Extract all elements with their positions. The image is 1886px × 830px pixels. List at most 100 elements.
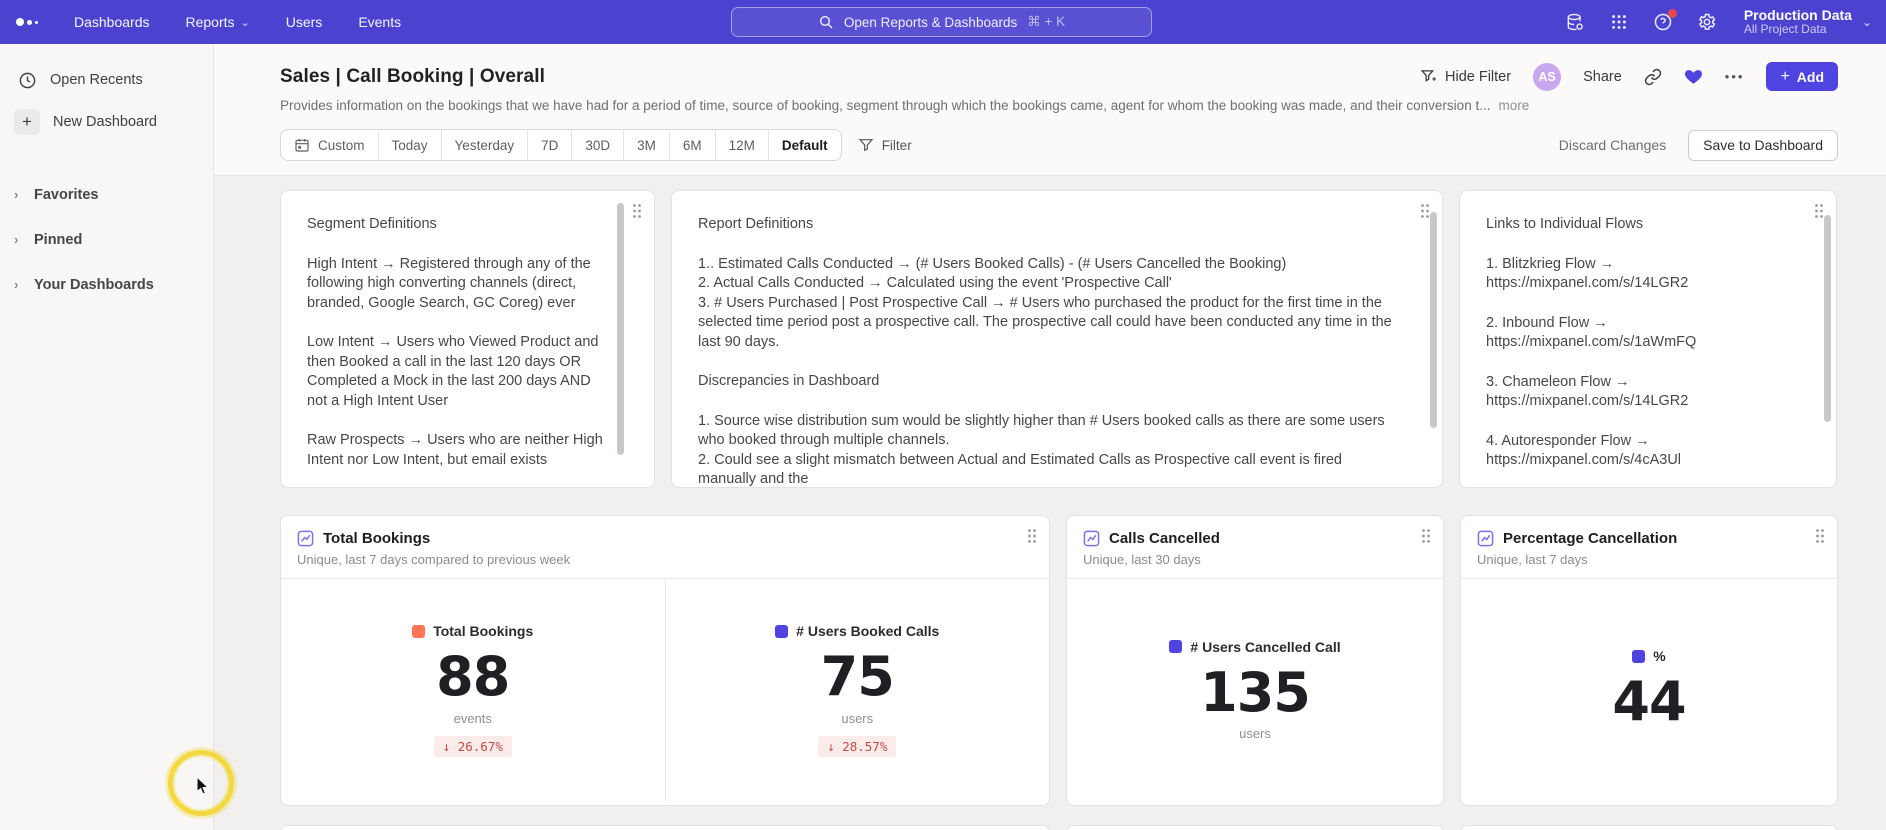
- card-line: 2. Could see a slight mismatch between A…: [698, 451, 1342, 488]
- share-button[interactable]: Share: [1583, 69, 1622, 85]
- add-button-label: Add: [1796, 68, 1824, 85]
- new-dashboard-label: New Dashboard: [53, 114, 157, 130]
- drag-handle-icon[interactable]: [1815, 528, 1825, 549]
- metric-label: %: [1653, 648, 1666, 665]
- flow-link[interactable]: https://mixpanel.com/s/14LGR2: [1486, 392, 1792, 412]
- sidebar-section-favorites[interactable]: › Favorites: [0, 172, 213, 217]
- project-name: Production Data: [1743, 7, 1852, 24]
- card-title: Segment Definitions: [307, 216, 437, 232]
- sidebar-section-pinned[interactable]: › Pinned: [0, 217, 213, 262]
- legend-swatch: [775, 624, 789, 638]
- drag-handle-icon[interactable]: [1421, 528, 1431, 549]
- hide-filter-button[interactable]: Hide Filter: [1420, 68, 1511, 85]
- plus-icon: +: [1780, 67, 1790, 85]
- funnel-icon: [858, 137, 874, 153]
- filter-button[interactable]: Filter: [858, 137, 912, 153]
- settings-gear-icon[interactable]: [1696, 11, 1718, 33]
- top-nav: Dashboards Reports ⌄ Users Events Open Re…: [0, 0, 1886, 44]
- date-range-default[interactable]: Default: [769, 130, 841, 160]
- date-range-12m[interactable]: 12M: [716, 130, 769, 160]
- more-link[interactable]: more: [1498, 98, 1529, 113]
- drag-handle-icon[interactable]: [1027, 528, 1037, 549]
- apps-grid-icon[interactable]: [1608, 11, 1630, 33]
- scrollbar-thumb[interactable]: [617, 203, 624, 455]
- nav-menu: Dashboards Reports ⌄ Users Events: [74, 14, 401, 30]
- date-range-30d[interactable]: 30D: [572, 130, 625, 160]
- metric-card-title[interactable]: Calls Cancelled: [1109, 530, 1220, 547]
- help-icon[interactable]: [1652, 9, 1677, 33]
- metric-card-title[interactable]: Percentage Cancellation: [1503, 530, 1677, 547]
- date-range-yesterday[interactable]: Yesterday: [442, 130, 529, 160]
- funnel-plus-icon: [1420, 68, 1437, 85]
- nav-right-controls: Production Data All Project Data ⌄: [1564, 0, 1872, 44]
- date-range-today[interactable]: Today: [379, 130, 442, 160]
- chevron-right-icon: ›: [14, 232, 19, 247]
- metric-label: # Users Booked Calls: [796, 623, 940, 640]
- legend-swatch: [1632, 649, 1646, 663]
- save-to-dashboard-button[interactable]: Save to Dashboard: [1688, 129, 1838, 161]
- avatar[interactable]: AS: [1533, 62, 1562, 91]
- date-range-3m[interactable]: 3M: [624, 130, 670, 160]
- more-options-button[interactable]: •••: [1725, 69, 1745, 84]
- drag-handle-icon[interactable]: [632, 203, 642, 224]
- toolbar: Custom Today Yesterday 7D 30D 3M 6M 12M …: [280, 129, 1838, 161]
- date-range-label: Custom: [318, 137, 365, 153]
- search-placeholder: Open Reports & Dashboards: [843, 14, 1018, 30]
- date-range-label: 3M: [637, 137, 656, 153]
- metric-value: 135: [1200, 660, 1311, 724]
- sidebar-sections: › Favorites › Pinned › Your Dashboards: [0, 172, 213, 307]
- clock-icon: [18, 71, 37, 90]
- scrollbar-thumb[interactable]: [1430, 212, 1437, 428]
- percentage-cancellation-card: Percentage Cancellation Unique, last 7 d…: [1460, 515, 1838, 806]
- screen: Dashboards Reports ⌄ Users Events Open Re…: [0, 0, 1886, 830]
- partial-card: [280, 825, 1050, 830]
- add-button[interactable]: + Add: [1766, 62, 1838, 91]
- card-title: Report Definitions: [698, 216, 814, 232]
- flow-link[interactable]: https://mixpanel.com/s/4cA3Ul: [1486, 451, 1792, 471]
- card-line: 2. Actual Calls Conducted → Calculated u…: [698, 275, 1172, 291]
- nav-item-dashboards[interactable]: Dashboards: [74, 14, 150, 30]
- new-dashboard-button[interactable]: + New Dashboard: [0, 106, 213, 138]
- data-management-icon[interactable]: [1564, 11, 1586, 33]
- date-range-6m[interactable]: 6M: [670, 130, 716, 160]
- nav-item-reports[interactable]: Reports ⌄: [186, 14, 250, 30]
- segment-definitions-card: Segment Definitions High Intent → Regist…: [280, 190, 655, 488]
- global-search-input[interactable]: Open Reports & Dashboards ⌘ + K: [731, 7, 1152, 37]
- nav-item-users[interactable]: Users: [286, 14, 323, 30]
- open-recents-button[interactable]: Open Recents: [0, 64, 213, 96]
- flow-link[interactable]: https://mixpanel.com/s/14LGR2: [1486, 274, 1792, 294]
- metric-card-title[interactable]: Total Bookings: [323, 530, 430, 547]
- flow-link[interactable]: https://mixpanel.com/s/1aWmFQ: [1486, 333, 1792, 353]
- date-range-custom[interactable]: Custom: [281, 130, 379, 160]
- project-subtitle: All Project Data: [1743, 22, 1827, 37]
- sidebar-section-your-dashboards[interactable]: › Your Dashboards: [0, 262, 213, 307]
- mixpanel-logo-icon[interactable]: [16, 18, 38, 26]
- search-shortcut: ⌘ + K: [1027, 14, 1066, 29]
- metric-unit: users: [1239, 726, 1271, 742]
- open-recents-label: Open Recents: [50, 72, 143, 88]
- card-line: 3. # Users Purchased | Post Prospective …: [698, 294, 1392, 350]
- metric-value: 88: [436, 645, 510, 709]
- project-switcher[interactable]: Production Data All Project Data ⌄: [1744, 7, 1872, 37]
- flow-label: 4. Autoresponder Flow →: [1486, 432, 1650, 449]
- legend-swatch: [1169, 640, 1183, 654]
- card-line: 1. Source wise distribution sum would be…: [698, 412, 1385, 449]
- date-range-7d[interactable]: 7D: [528, 130, 573, 160]
- favorite-heart-icon[interactable]: [1684, 67, 1703, 86]
- nav-item-label: Dashboards: [74, 14, 150, 30]
- chevron-down-icon: ⌄: [1861, 14, 1872, 29]
- date-range-label: 12M: [728, 137, 755, 153]
- scrollbar-thumb[interactable]: [1824, 215, 1831, 422]
- flow-label: 1. Blitzkrieg Flow →: [1486, 255, 1615, 272]
- card-title: Links to Individual Flows: [1486, 216, 1644, 232]
- header-actions: Hide Filter AS Share ••• + Add: [1420, 62, 1838, 91]
- drag-handle-icon[interactable]: [1420, 203, 1430, 224]
- discard-changes-button[interactable]: Discard Changes: [1559, 137, 1666, 153]
- nav-item-events[interactable]: Events: [358, 14, 401, 30]
- metric-label: # Users Cancelled Call: [1190, 638, 1341, 655]
- copy-link-icon[interactable]: [1644, 68, 1662, 86]
- metric-card-subtitle: Unique, last 7 days: [1477, 552, 1588, 567]
- total-bookings-card: Total Bookings Unique, last 7 days compa…: [280, 515, 1050, 806]
- drag-handle-icon[interactable]: [1814, 203, 1824, 224]
- calls-cancelled-card: Calls Cancelled Unique, last 30 days # U…: [1066, 515, 1444, 806]
